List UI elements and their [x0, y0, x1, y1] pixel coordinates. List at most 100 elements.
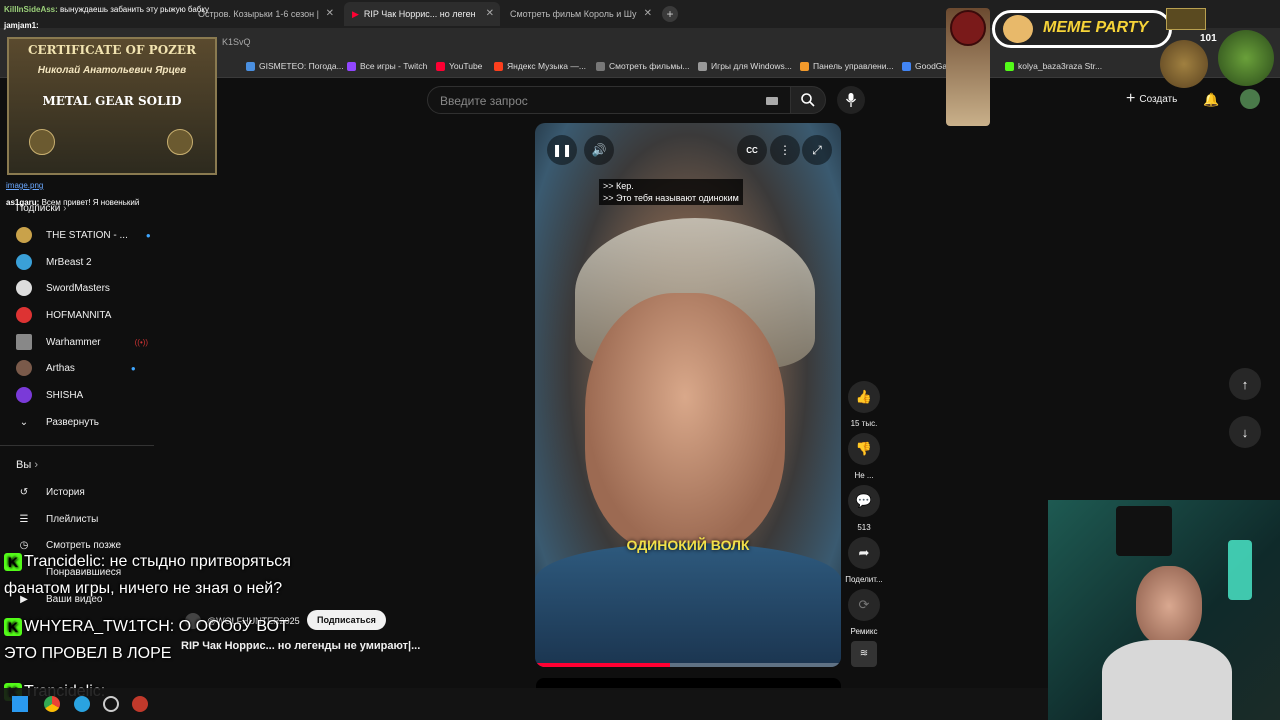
video-frame-shirt — [535, 543, 841, 667]
avatar[interactable] — [1240, 89, 1260, 109]
sidebar-item-warhammer[interactable]: Warhammer ((•)) — [16, 332, 148, 352]
thumbs-up-icon[interactable]: 👍 — [848, 381, 880, 413]
like-action[interactable]: 👍 15 тыс. — [848, 381, 880, 428]
sidebar-item-watch-later[interactable]: ◷ Смотреть позже — [16, 535, 121, 555]
medal-ribbon-icon — [1166, 8, 1206, 30]
voice-search-button[interactable] — [837, 86, 865, 114]
chat-text: вынуждаешь забанить эту рыжую бабку — [60, 5, 209, 14]
chat-message-big-cont: ЭТО ПРОВЕЛ В ЛОРЕ — [4, 645, 172, 662]
comment-icon[interactable]: 💬 — [848, 485, 880, 517]
search-input[interactable]: Введите запрос — [427, 86, 791, 114]
live-dot-icon: ● — [130, 363, 136, 373]
meme-party-banner: MEME PARTY — [992, 10, 1172, 48]
video-progress-bar[interactable] — [535, 663, 841, 667]
channel-label: HOFMANNITA — [46, 309, 112, 321]
remix-action[interactable]: ⟳ Ремикс — [846, 589, 882, 636]
app-icon[interactable] — [103, 696, 119, 712]
channel-avatar — [16, 307, 32, 323]
tab-ostrov[interactable]: Остров. Козырьки 1-6 сезон | ✕ — [190, 2, 340, 26]
shorts-video-player[interactable]: ❚❚ 🔊 CC ⋮ ⤢ >> Кер. >> Это тебя называют… — [535, 123, 841, 667]
chat-message: jamjam1: — [4, 21, 39, 30]
bookmark-panel[interactable]: Панель управлени... — [800, 61, 894, 71]
audio-wave-icon: ≋ — [859, 648, 869, 659]
notifications-bell-icon[interactable]: 🔔 — [1203, 92, 1219, 108]
more-options-button[interactable]: ⋮ — [770, 135, 800, 165]
search-placeholder: Введите запрос — [440, 94, 528, 108]
close-icon[interactable]: ✕ — [644, 8, 652, 19]
sidebar-item-hofmannita[interactable]: HOFMANNITA — [16, 305, 111, 325]
comments-action[interactable]: 💬 513 — [848, 485, 880, 532]
cert-title: CERTIFICATE OF POZER — [27, 43, 197, 57]
chat-user: KillInSideAss: — [4, 5, 58, 14]
bookmark-windows-games[interactable]: Игры для Windows... — [698, 61, 792, 71]
webcam-feed — [1048, 500, 1280, 720]
image-link[interactable]: image.png — [6, 181, 43, 190]
chat-text: Всем привет! Я новенький — [41, 198, 140, 207]
sidebar-item-playlists[interactable]: ☰ Плейлисты — [16, 509, 99, 529]
share-icon[interactable]: ➦ — [848, 537, 880, 569]
subscribe-button[interactable]: Подписаться — [307, 610, 386, 630]
tab-label: RIP Чак Норрис... но леген — [363, 9, 476, 19]
bookmark-twitch[interactable]: Все игры - Twitch — [347, 61, 427, 71]
previous-short-button[interactable]: ↑ — [1229, 368, 1261, 400]
windows-start-icon[interactable] — [12, 696, 28, 712]
cert-game: METAL GEAR SOLID — [42, 94, 182, 108]
like-count: 15 тыс. — [850, 419, 878, 428]
app-icon[interactable] — [132, 696, 148, 712]
bookmark-kick[interactable]: kolya_baza3raza Str... — [1005, 61, 1102, 71]
bookmark-movies[interactable]: Смотреть фильмы... — [596, 61, 689, 71]
sidebar-item-swordmasters[interactable]: SwordMasters — [16, 278, 110, 298]
yandex-icon — [494, 61, 503, 71]
share-action[interactable]: ➦ Поделит... — [842, 537, 886, 584]
bookmark-label: YouTube — [449, 61, 483, 71]
dislike-action[interactable]: 👎 Не ... — [848, 433, 880, 480]
sidebar-item-the-station[interactable]: THE STATION - ... ● — [16, 225, 151, 245]
live-indicator-icon: ((•)) — [134, 337, 149, 347]
thumbs-down-icon[interactable]: 👎 — [848, 433, 880, 465]
tab-rip-chuck[interactable]: ▶ RIP Чак Норрис... но леген ✕ — [344, 2, 500, 26]
video-title[interactable]: RIP Чак Норрис... но легенды не умирают|… — [181, 640, 420, 652]
taskbar — [0, 688, 1048, 720]
youtube-icon — [436, 61, 445, 71]
keyboard-icon[interactable] — [766, 97, 778, 105]
chrome-icon[interactable] — [44, 696, 60, 712]
create-label: Создать — [1139, 93, 1178, 105]
volume-button[interactable]: 🔊 — [584, 135, 614, 165]
chat-text: WHYERA_TW1TCH: О ОООоУ ВОТ — [24, 618, 289, 636]
fullscreen-icon: ⤢ — [812, 142, 822, 157]
remix-icon[interactable]: ⟳ — [848, 589, 880, 621]
sidebar-item-shisha[interactable]: SHISHA — [16, 385, 83, 405]
tab-korol-i-shut[interactable]: Смотреть фильм Король и Шу ✕ — [502, 2, 658, 26]
channel-avatar — [16, 360, 32, 376]
you-heading[interactable]: Вы › — [16, 459, 38, 471]
subtitle-line: >> Кер. — [603, 181, 634, 191]
pause-icon: ❚❚ — [551, 143, 573, 157]
arrow-down-icon: ↓ — [1241, 424, 1249, 440]
close-icon[interactable]: ✕ — [326, 8, 334, 19]
close-icon[interactable]: ✕ — [486, 8, 494, 19]
playlists-label: Плейлисты — [46, 513, 99, 525]
new-tab-button[interactable]: + — [662, 6, 678, 22]
telegram-icon[interactable] — [74, 696, 90, 712]
fullscreen-button[interactable]: ⤢ — [802, 135, 832, 165]
next-short-button[interactable]: ↓ — [1229, 416, 1261, 448]
chat-user: as1garu: — [6, 198, 40, 207]
subtitles: >> Кер. >> Это тебя называют одиноким — [599, 179, 743, 205]
chevron-down-icon: ⌄ — [19, 416, 29, 428]
sidebar-item-arthas[interactable]: Arthas ● — [16, 358, 136, 378]
sidebar-item-expand[interactable]: ⌄ Развернуть — [16, 412, 99, 432]
watch-later-label: Смотреть позже — [46, 539, 122, 551]
sidebar-item-history[interactable]: ↺ История — [16, 482, 85, 502]
create-button[interactable]: + Создать — [1126, 90, 1177, 108]
sound-thumbnail[interactable]: ≋ — [851, 641, 877, 667]
bookmark-youtube[interactable]: YouTube — [436, 61, 482, 71]
bookmark-yandex-music[interactable]: Яндекс Музыка —... — [494, 61, 586, 71]
google-icon — [902, 61, 911, 71]
panel-icon — [800, 61, 809, 71]
pause-button[interactable]: ❚❚ — [547, 135, 577, 165]
bookmark-gismeteo[interactable]: GISMETEO: Погода... — [246, 61, 344, 71]
captions-button[interactable]: CC — [737, 135, 767, 165]
sidebar-item-mrbeast2[interactable]: MrBeast 2 — [16, 252, 92, 272]
bookmark-label: Панель управлени... — [813, 61, 894, 71]
search-button[interactable] — [790, 86, 826, 114]
